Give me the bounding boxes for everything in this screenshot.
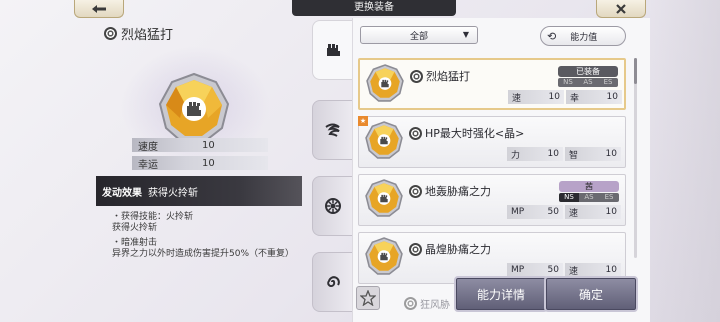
equipment-type-icon bbox=[104, 27, 117, 40]
favorite-button[interactable] bbox=[356, 286, 380, 310]
fist-icon bbox=[326, 44, 340, 56]
item-title: 烈焰猛打 bbox=[104, 24, 173, 43]
card-stat: 速 10 bbox=[565, 263, 621, 277]
arrow-left-icon bbox=[92, 4, 106, 13]
fist-gem-icon bbox=[365, 179, 403, 217]
card-title: HP最大时强化<晶> bbox=[409, 125, 524, 141]
back-button[interactable] bbox=[74, 0, 124, 18]
equipment-type-icon bbox=[409, 126, 422, 140]
equipment-type-icon bbox=[409, 184, 422, 198]
effect-desc-1: ・获得技能：火拎斩 获得火拎斩 bbox=[112, 212, 194, 233]
card-title: 晶煌胁痛之力 bbox=[409, 241, 491, 257]
rank-indicator: NS AS ES bbox=[558, 78, 618, 87]
partial-list-item: 狂风胁 bbox=[404, 296, 450, 311]
wind-swirl-icon bbox=[324, 123, 340, 137]
sort-refresh-icon: ⟲ bbox=[547, 29, 557, 43]
effect-heading: 发动效果 bbox=[102, 187, 142, 199]
card-title: 地轰胁痛之力 bbox=[409, 183, 491, 199]
page-title: 更换装备 bbox=[292, 0, 456, 16]
filter-dropdown[interactable]: 全部 ▼ bbox=[360, 26, 478, 44]
card-stat: 速 10 bbox=[565, 205, 621, 219]
tab-spiral[interactable] bbox=[312, 252, 352, 312]
card-stat: 智 10 bbox=[565, 147, 621, 161]
tab-wind[interactable] bbox=[312, 100, 352, 160]
card-title: 烈焰猛打 bbox=[410, 68, 470, 84]
equipment-type-icon bbox=[404, 297, 417, 310]
card-stat: 力 10 bbox=[507, 147, 563, 161]
close-icon bbox=[616, 3, 626, 14]
top-bar: 更换装备 bbox=[0, 0, 720, 18]
fist-gem-icon bbox=[158, 72, 230, 143]
stat-row-luck: 幸运 10 bbox=[132, 156, 268, 171]
fist-gem-icon bbox=[365, 121, 403, 159]
status-badge: 已装备 bbox=[558, 66, 618, 77]
card-stat: 速 10 bbox=[508, 90, 564, 104]
star-icon bbox=[360, 290, 376, 306]
effect-summary: 获得火拎斩 bbox=[148, 187, 198, 199]
tab-gear[interactable] bbox=[312, 176, 352, 236]
scrollbar-thumb[interactable] bbox=[634, 58, 637, 84]
close-button[interactable] bbox=[596, 0, 646, 18]
equipment-card[interactable]: 烈焰猛打 已装备 NS AS ES 速 10 幸 10 bbox=[358, 58, 626, 110]
equipment-type-icon bbox=[409, 242, 422, 256]
list-scrollbar[interactable] bbox=[634, 58, 637, 258]
effect-bar: 发动效果 获得火拎斩 bbox=[96, 176, 302, 206]
ability-detail-button[interactable]: 能力详情 bbox=[454, 276, 548, 312]
fist-gem-icon bbox=[365, 237, 403, 275]
spiral-icon bbox=[326, 276, 340, 288]
card-stat: MP 50 bbox=[507, 263, 563, 277]
gear-cog-icon bbox=[324, 198, 341, 214]
sort-button[interactable]: ⟲ 能力值 bbox=[540, 26, 626, 46]
chevron-down-icon: ▼ bbox=[462, 30, 469, 39]
card-stat: MP 50 bbox=[507, 205, 563, 219]
equipment-type-icon bbox=[410, 69, 423, 83]
stat-row-speed: 速度 10 bbox=[132, 138, 268, 153]
confirm-button[interactable]: 确定 bbox=[544, 276, 638, 312]
equipment-card[interactable]: 地轰胁痛之力 茜 NS AS ES MP 50 速 10 bbox=[358, 174, 626, 226]
tab-fist[interactable] bbox=[312, 20, 352, 80]
rank-indicator: NS AS ES bbox=[559, 193, 619, 202]
status-badge: 茜 bbox=[559, 181, 619, 192]
fist-gem-icon bbox=[366, 64, 404, 102]
right-edge-shade bbox=[650, 0, 720, 322]
card-stat: 幸 10 bbox=[566, 90, 622, 104]
item-name: 烈焰猛打 bbox=[121, 28, 174, 43]
equipment-card[interactable]: ★ HP最大时强化<晶> 力 10 智 10 bbox=[358, 116, 626, 168]
effect-desc-2: ・暗准射击 异界之力以外时造成伤害提升50%（不重复） bbox=[112, 238, 295, 259]
category-tabs bbox=[312, 20, 352, 320]
